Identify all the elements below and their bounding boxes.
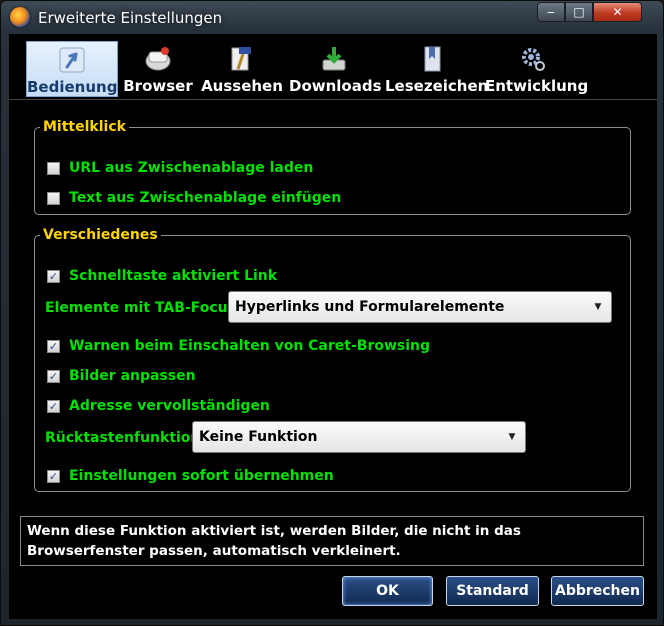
- option-label: Schnelltaste aktiviert Link: [69, 268, 278, 284]
- option-label: Einstellungen sofort übernehmen: [69, 468, 334, 484]
- minimize-button[interactable]: ‒: [537, 2, 565, 22]
- option-caret[interactable]: ✓ Warnen beim Einschalten von Caret-Brow…: [47, 336, 430, 356]
- ok-button[interactable]: OK: [342, 576, 433, 606]
- option-bilder-anpassen[interactable]: ✓ Bilder anpassen: [47, 366, 196, 386]
- ruecktaste-label: Rücktastenfunktion: [45, 430, 201, 446]
- checkbox[interactable]: [47, 191, 60, 205]
- option-label: Warnen beim Einschalten von Caret-Browsi…: [69, 338, 431, 354]
- title-bar[interactable]: Erweiterte Einstellungen ‒ □ ✕: [1, 1, 663, 35]
- select-value: Hyperlinks und Formularelemente: [235, 299, 505, 315]
- group-verschiedenes: Verschiedenes ✓ Schnelltaste aktiviert L…: [34, 227, 631, 492]
- tabfocus-select[interactable]: Hyperlinks und Formularelemente ▼: [228, 291, 612, 323]
- tab-lesezeichen[interactable]: Lesezeichen: [385, 41, 489, 97]
- standard-button[interactable]: Standard: [446, 576, 539, 606]
- group-mittelklick: Mittelklick URL aus Zwischenablage laden…: [34, 119, 631, 215]
- option-url-laden[interactable]: URL aus Zwischenablage laden: [47, 158, 313, 178]
- option-adresse[interactable]: ✓ Adresse vervollständigen: [47, 396, 270, 416]
- chevron-down-icon: ▼: [594, 302, 602, 312]
- ruecktaste-select[interactable]: Keine Funktion ▼: [192, 421, 526, 453]
- checkbox-checked[interactable]: ✓: [47, 369, 60, 383]
- option-label: Text aus Zwischenablage einfügen: [69, 190, 342, 206]
- bookmark-icon: [424, 46, 441, 72]
- checkbox-checked[interactable]: ✓: [47, 339, 60, 353]
- firefox-icon: [10, 7, 30, 27]
- tab-label: Downloads: [289, 77, 382, 95]
- window-title: Erweiterte Einstellungen: [38, 9, 223, 27]
- tab-label: Entwicklung: [485, 77, 589, 95]
- tab-label: Lesezeichen: [385, 77, 489, 95]
- tab-aussehen[interactable]: Aussehen: [199, 41, 285, 97]
- option-label: Bilder anpassen: [69, 368, 196, 384]
- pointer-icon: [59, 47, 85, 73]
- group-legend: Mittelklick: [43, 119, 126, 135]
- checkbox[interactable]: [47, 161, 60, 175]
- tab-label: Aussehen: [201, 77, 283, 95]
- group-legend: Verschiedenes: [43, 227, 158, 243]
- checkbox-checked[interactable]: ✓: [47, 469, 60, 483]
- browser-icon: [145, 47, 171, 71]
- option-label: Adresse vervollständigen: [69, 398, 270, 414]
- checkbox-checked[interactable]: ✓: [47, 269, 60, 283]
- tab-bar: Bedienung Browser Aussehen Downloads Les…: [9, 34, 657, 100]
- description-box: Wenn diese Funktion aktiviert ist, werde…: [20, 516, 644, 566]
- gears-icon: [522, 48, 545, 71]
- checkbox-checked[interactable]: ✓: [47, 399, 60, 413]
- chevron-down-icon: ▼: [508, 432, 516, 442]
- tab-entwicklung[interactable]: Entwicklung: [485, 41, 589, 97]
- option-schnelltaste[interactable]: ✓ Schnelltaste aktiviert Link: [47, 266, 277, 286]
- option-text-einfuegen[interactable]: Text aus Zwischenablage einfügen: [47, 188, 341, 208]
- cancel-button[interactable]: Abbrechen: [551, 576, 644, 606]
- paintbrush-icon: [231, 47, 251, 71]
- option-label: URL aus Zwischenablage laden: [69, 160, 314, 176]
- tab-separator: [9, 99, 657, 100]
- dialog-content: Bedienung Browser Aussehen Downloads Les…: [9, 34, 657, 619]
- download-icon: [322, 47, 346, 71]
- tab-bedienung[interactable]: Bedienung: [26, 41, 118, 97]
- option-sofort[interactable]: ✓ Einstellungen sofort übernehmen: [47, 466, 334, 486]
- tab-downloads[interactable]: Downloads: [289, 41, 382, 97]
- select-value: Keine Funktion: [199, 429, 318, 445]
- tab-label: Browser: [123, 77, 193, 95]
- tab-label: Bedienung: [27, 78, 118, 96]
- maximize-button[interactable]: □: [565, 2, 593, 22]
- tab-browser[interactable]: Browser: [122, 41, 194, 97]
- settings-dialog: Erweiterte Einstellungen ‒ □ ✕ Bedienung…: [0, 0, 664, 626]
- tabfocus-label: Elemente mit TAB-Focus: [45, 300, 236, 316]
- close-button[interactable]: ✕: [593, 2, 642, 22]
